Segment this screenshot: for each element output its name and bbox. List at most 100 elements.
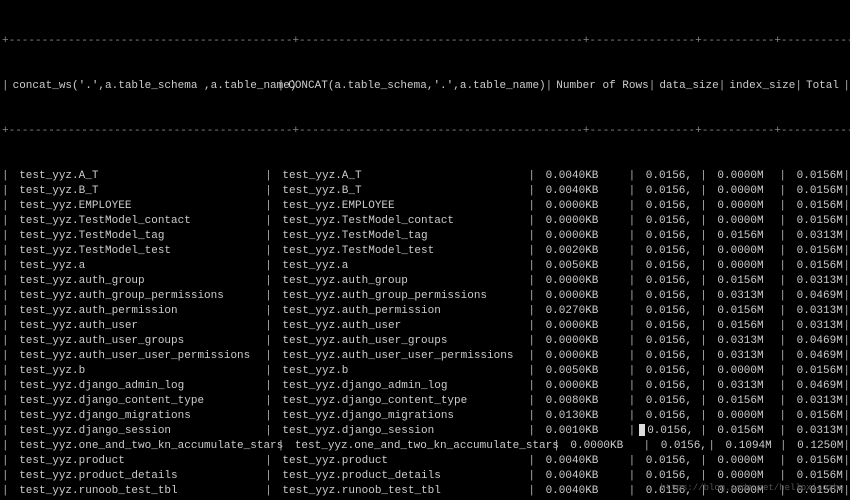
cell-index-size: 0.0156M — [707, 274, 780, 289]
cell-concat-ws: test_yyz.A_T — [9, 169, 266, 184]
cell-total: 0.0156M — [786, 409, 843, 424]
table-border-mid: +---------------------------------------… — [2, 124, 850, 139]
cell-rows: 0.0000KB — [535, 289, 629, 304]
cell-data-size: 0.0156, — [635, 304, 700, 319]
cell-data-size: 0.0156, — [635, 199, 700, 214]
table-row: | test_yyz.django_admin_log| test_yyz.dj… — [2, 379, 850, 394]
cell-rows: 0.0000KB — [535, 379, 629, 394]
cell-index-size: 0.0000M — [707, 259, 780, 274]
cell-data-size: 0.0156, — [635, 334, 700, 349]
cell-index-size: 0.0000M — [707, 454, 780, 469]
cell-total: 0.0313M — [786, 424, 843, 439]
cell-rows: 0.0080KB — [535, 394, 629, 409]
cell-concat-ws: test_yyz.auth_group — [9, 274, 266, 289]
cell-concat-ws: test_yyz.b — [9, 364, 266, 379]
table-row: | test_yyz.a| test_yyz.a| 0.0050KB| 0.01… — [2, 259, 850, 274]
cell-concat: test_yyz.auth_user_user_permissions — [272, 349, 529, 364]
cell-rows: 0.0270KB — [535, 304, 629, 319]
cell-total: 0.0469M — [786, 334, 843, 349]
cell-concat: test_yyz.TestModel_contact — [272, 214, 529, 229]
cell-index-size: 0.0000M — [707, 409, 780, 424]
cell-concat: test_yyz.B_T — [272, 184, 529, 199]
mysql-terminal-output: +---------------------------------------… — [0, 0, 850, 500]
table-row: | test_yyz.auth_group_permissions| test_… — [2, 289, 850, 304]
cell-concat-ws: test_yyz.auth_permission — [9, 304, 266, 319]
cell-concat: test_yyz.auth_group — [272, 274, 529, 289]
cell-rows: 0.0040KB — [535, 469, 629, 484]
cell-total: 0.0313M — [786, 394, 843, 409]
cell-index-size: 0.0000M — [707, 244, 780, 259]
table-row: | test_yyz.django_migrations| test_yyz.d… — [2, 409, 850, 424]
cell-index-size: 0.0000M — [707, 184, 780, 199]
text-cursor — [639, 424, 645, 436]
cell-index-size: 0.0000M — [707, 364, 780, 379]
cell-concat: test_yyz.auth_permission — [272, 304, 529, 319]
cell-index-size: 0.0000M — [707, 169, 780, 184]
cell-data-size: 0.0156, — [635, 454, 700, 469]
cell-concat: test_yyz.auth_user_groups — [272, 334, 529, 349]
cell-rows: 0.0010KB — [535, 424, 629, 439]
cell-data-size: 0.0156, — [635, 244, 700, 259]
cell-rows: 0.0000KB — [535, 274, 629, 289]
cell-total: 0.0156M — [786, 364, 843, 379]
cell-rows: 0.0050KB — [535, 364, 629, 379]
col-header-6: Total — [802, 79, 843, 94]
cell-data-size: 0.0156, — [635, 394, 700, 409]
cell-concat-ws: test_yyz.one_and_two_kn_accumulate_stars — [9, 439, 278, 454]
cell-total: 0.0156M — [786, 244, 843, 259]
cell-index-size: 0.0313M — [707, 289, 780, 304]
cell-data-size: 0.0156, — [635, 169, 700, 184]
cell-rows: 0.0040KB — [535, 484, 629, 499]
table-row: | test_yyz.B_T| test_yyz.B_T| 0.0040KB| … — [2, 184, 850, 199]
cell-concat: test_yyz.runoob_test_tbl — [272, 484, 529, 499]
col-header-4: data_size — [655, 79, 718, 94]
cell-data-size: 0.0156, — [635, 319, 700, 334]
cell-concat-ws: test_yyz.TestModel_test — [9, 244, 266, 259]
table-row: | test_yyz.django_content_type| test_yyz… — [2, 394, 850, 409]
cell-index-size: 0.0313M — [707, 379, 780, 394]
cell-concat: test_yyz.EMPLOYEE — [272, 199, 529, 214]
watermark-text: https://blog.csdn.net/helloxiaozhe — [660, 481, 844, 496]
cell-data-size: 0.0156, — [650, 439, 708, 454]
cell-total: 0.0313M — [786, 304, 843, 319]
table-row: | test_yyz.EMPLOYEE| test_yyz.EMPLOYEE| … — [2, 199, 850, 214]
cell-rows: 0.0000KB — [535, 199, 629, 214]
cell-concat: test_yyz.one_and_two_kn_accumulate_stars — [284, 439, 553, 454]
col-header-2: CONCAT(a.table_schema,'.',a.table_name) — [284, 79, 545, 94]
cell-total: 0.0313M — [786, 274, 843, 289]
cell-data-size: 0.0156, — [635, 229, 700, 244]
cell-rows: 0.0000KB — [535, 319, 629, 334]
table-border-top: +---------------------------------------… — [2, 34, 850, 49]
cell-data-size: 0.0156, — [635, 349, 700, 364]
table-row: | test_yyz.TestModel_tag| test_yyz.TestM… — [2, 229, 850, 244]
cell-rows: 0.0040KB — [535, 184, 629, 199]
table-row: | test_yyz.auth_user| test_yyz.auth_user… — [2, 319, 850, 334]
table-row: | test_yyz.b| test_yyz.b| 0.0050KB| 0.01… — [2, 364, 850, 379]
cell-concat-ws: test_yyz.TestModel_tag — [9, 229, 266, 244]
cell-concat: test_yyz.product_details — [272, 469, 529, 484]
cell-index-size: 0.0313M — [707, 334, 780, 349]
cell-total: 0.0156M — [786, 454, 843, 469]
cell-concat-ws: test_yyz.TestModel_contact — [9, 214, 266, 229]
cell-concat-ws: test_yyz.django_content_type — [9, 394, 266, 409]
cell-concat-ws: test_yyz.product — [9, 454, 266, 469]
cell-concat: test_yyz.django_session — [272, 424, 529, 439]
table-row: | test_yyz.django_session| test_yyz.djan… — [2, 424, 850, 439]
cell-rows: 0.0000KB — [535, 349, 629, 364]
cell-concat-ws: test_yyz.auth_user_user_permissions — [9, 349, 266, 364]
cell-index-size: 0.0156M — [707, 229, 780, 244]
table-header-row: |concat_ws('.',a.table_schema ,a.table_n… — [2, 79, 850, 94]
cell-total: 0.0313M — [786, 229, 843, 244]
cell-data-size: 0.0156, — [635, 409, 700, 424]
cell-index-size: 0.0156M — [707, 304, 780, 319]
cell-index-size: 0.0000M — [707, 214, 780, 229]
cell-data-size: 0.0156, — [635, 364, 700, 379]
cell-total: 0.0469M — [786, 349, 843, 364]
cell-total: 0.0156M — [786, 184, 843, 199]
table-row: | test_yyz.TestModel_contact| test_yyz.T… — [2, 214, 850, 229]
cell-total: 0.0156M — [786, 259, 843, 274]
cell-index-size: 0.0000M — [707, 199, 780, 214]
cell-total: 0.1250M — [787, 439, 844, 454]
cell-data-size: 0.0156, — [635, 214, 700, 229]
cell-data-size: 0.0156, — [635, 184, 700, 199]
